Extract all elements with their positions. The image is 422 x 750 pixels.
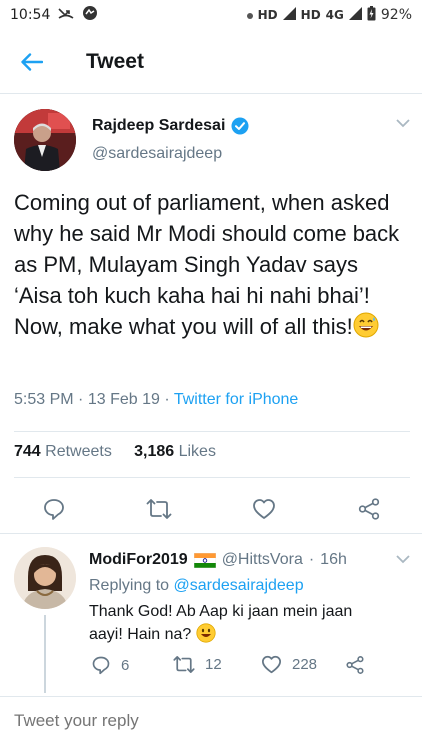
tweet-date: 13 Feb 19 <box>87 391 160 408</box>
replying-prefix: Replying to <box>89 577 170 594</box>
author-avatar[interactable] <box>14 109 76 171</box>
replying-mention-link[interactable]: @sardesairajdeep <box>174 577 304 594</box>
retweet-icon <box>173 656 195 673</box>
reply-like-button[interactable]: 228 <box>261 655 317 674</box>
tweet-meta: 5:53 PM · 13 Feb 19 · Twitter for iPhone <box>14 391 298 409</box>
reply-actions: 6 12 228 <box>89 655 389 679</box>
divider <box>14 431 410 432</box>
tweet-source-link[interactable]: Twitter for iPhone <box>174 391 299 408</box>
share-icon <box>358 498 380 520</box>
reply-button[interactable] <box>38 493 70 525</box>
meta-separator: · <box>164 391 174 408</box>
author-name-row: Rajdeep Sardesai <box>92 117 249 135</box>
reply-menu-button[interactable] <box>396 551 410 569</box>
section-divider <box>0 533 422 534</box>
replying-to: Replying to @sardesairajdeep <box>89 577 304 595</box>
reply-tweet[interactable]: ModiFor2019 @HittsVora · 16h Replying to… <box>0 537 422 697</box>
battery-percent: 92% <box>380 7 412 23</box>
reply-retweet-count: 12 <box>205 656 222 673</box>
tweet-actions <box>0 485 422 533</box>
reply-composer <box>0 696 422 750</box>
retweet-button[interactable] <box>143 493 175 525</box>
reply-header: ModiFor2019 @HittsVora · 16h <box>89 551 347 569</box>
reply-author-handle[interactable]: @HittsVora <box>222 551 303 569</box>
app-notification-icon <box>82 5 98 25</box>
back-button[interactable] <box>0 30 64 94</box>
chevron-down-icon <box>396 555 410 564</box>
tweet-text: Coming out of parliament, when asked why… <box>14 187 410 342</box>
grinning-sweat-emoji <box>353 312 379 338</box>
tweet-body: Coming out of parliament, when asked why… <box>14 190 400 339</box>
verified-badge-icon <box>231 117 249 135</box>
like-button[interactable] <box>248 493 280 525</box>
heart-icon <box>262 655 281 674</box>
share-button[interactable] <box>353 493 385 525</box>
reply-avatar[interactable] <box>14 547 76 609</box>
reply-retweet-button[interactable]: 12 <box>173 655 222 674</box>
reply-body: Thank God! Ab Aap ki jaan mein jaan aayi… <box>89 603 353 643</box>
reply-icon <box>92 656 110 675</box>
reply-reply-button[interactable]: 6 <box>91 655 129 675</box>
dot-icon <box>246 8 253 22</box>
divider <box>14 477 410 478</box>
smiley-emoji <box>196 623 216 643</box>
likes-count: 3,186 <box>134 443 175 460</box>
india-flag-icon <box>193 552 216 568</box>
signal-icon-2 <box>348 7 362 23</box>
retweets-stat[interactable]: 744 Retweets <box>14 443 112 460</box>
thread-line <box>44 615 46 693</box>
likes-stat[interactable]: 3,186 Likes <box>134 443 216 460</box>
network-label-2: HD <box>300 8 321 22</box>
status-bar: 10:54 HD HD 4G 92% <box>0 0 422 30</box>
tweet-time: 5:53 PM <box>14 391 74 408</box>
author-handle[interactable]: @sardesairajdeep <box>92 145 222 163</box>
retweets-count: 744 <box>14 443 41 460</box>
chevron-down-icon <box>396 119 410 128</box>
app-header: Tweet <box>0 30 422 94</box>
page-title: Tweet <box>86 49 144 73</box>
missed-call-icon <box>58 7 74 23</box>
reply-age: 16h <box>320 551 347 568</box>
author-name[interactable]: Rajdeep Sardesai <box>92 117 225 135</box>
share-icon <box>346 656 364 674</box>
reply-text: Thank God! Ab Aap ki jaan mein jaan aayi… <box>89 600 389 646</box>
heart-icon <box>253 499 275 519</box>
retweets-label: Retweets <box>45 443 112 460</box>
network-type: 4G <box>325 8 344 22</box>
meta-separator: · <box>78 391 88 408</box>
retweet-icon <box>146 499 172 519</box>
reply-like-count: 228 <box>292 656 318 673</box>
reply-input[interactable] <box>14 711 394 731</box>
signal-icon-1 <box>282 7 296 23</box>
status-time: 10:54 <box>10 7 51 23</box>
tweet-menu-button[interactable] <box>396 115 410 133</box>
meta-separator: · <box>308 551 315 568</box>
reply-author-name[interactable]: ModiFor2019 <box>89 551 188 569</box>
tweet-stats: 744 Retweets 3,186 Likes <box>14 443 216 461</box>
reply-reply-count: 6 <box>121 656 130 674</box>
reply-icon <box>44 499 64 520</box>
battery-charging-icon <box>367 6 376 24</box>
arrow-left-icon <box>21 52 43 71</box>
likes-label: Likes <box>178 443 216 460</box>
reply-share-button[interactable] <box>345 655 365 675</box>
network-label-1: HD <box>257 8 278 22</box>
